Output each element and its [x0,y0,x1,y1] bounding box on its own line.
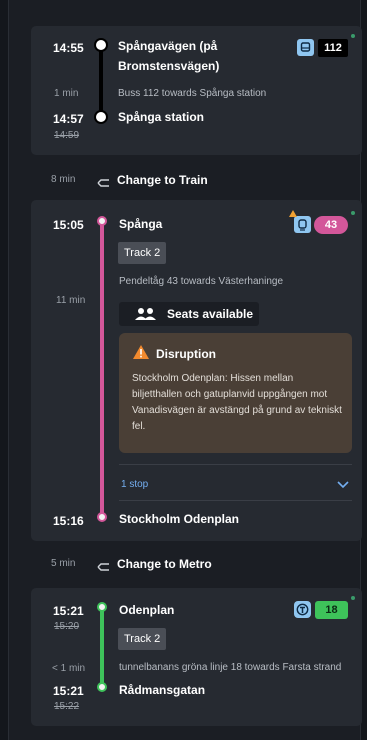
origin-stop-name-cont: Bromstensvägen) [118,59,220,73]
change-label: Change to Train [117,173,208,187]
line-badge-indicator [351,596,355,600]
stops-link[interactable]: 1 stop [121,479,148,490]
arrival-time: 15:21 [53,684,84,698]
change-to-metro-row: 5 min Change to Metro [9,554,362,574]
destination-stop-name: Spånga station [118,110,205,124]
arrival-dot [97,512,107,522]
change-icon [96,175,110,193]
leg-metro-card[interactable]: 15:21 15:20 Odenplan Track 2 < 1 min tun… [31,588,362,726]
arrival-time: 14:57 [53,112,84,126]
origin-stop-name: Spångavägen (på [118,39,218,53]
leg-duration: 11 min [56,295,86,306]
warning-icon [132,344,150,365]
leg-bus-card[interactable]: 14:55 Spångavägen (på Bromstensvägen) 1 … [31,26,362,155]
line-badge-18: 18 [315,601,348,619]
leg-description: tunnelbanans gröna linje 18 towards Fars… [119,662,342,673]
departure-time-planned: 15:20 [54,621,80,632]
destination-stop-name: Rådmansgatan [119,683,206,697]
leg-train-card[interactable]: 15:05 Spånga Track 2 Pendeltåg 43 toward… [31,200,362,541]
disruption-title: Disruption [156,347,216,361]
departure-dot [96,40,106,50]
departure-time: 15:05 [53,218,84,232]
departure-time: 15:21 [53,604,84,618]
route-line [100,222,104,518]
line-badge-112: 112 [318,39,348,57]
origin-stop-name: Odenplan [119,603,175,617]
change-label: Change to Metro [117,557,212,571]
alert-small-icon [289,210,297,217]
departure-time: 14:55 [53,41,84,55]
leg-duration: < 1 min [52,663,86,674]
stops-divider-bottom [119,500,352,501]
arrival-dot [97,682,107,692]
line-badge-43: 43 [314,216,348,234]
change-duration: 5 min [51,558,76,569]
route-line [99,44,103,118]
disruption-body: Stockholm Odenplan: Hissen mellan biljet… [132,373,342,432]
leg-description: Pendeltåg 43 towards Västerhaninge [119,276,284,287]
change-to-train-row: 8 min Change to Train [9,170,362,190]
arrival-dot [96,112,106,122]
chevron-down-icon[interactable] [337,476,349,494]
destination-stop-name: Stockholm Odenplan [119,512,240,526]
line-badge-indicator [351,211,355,215]
arrival-time-planned: 15:22 [54,701,80,712]
trip-details-screen: 14:55 Spångavägen (på Bromstensvägen) 1 … [8,0,362,740]
seats-label: Seats available [167,307,254,321]
metro-icon [294,601,311,618]
change-icon [96,559,110,577]
seats-available-indicator: Seats available [119,302,259,326]
track-chip: Track 2 [118,242,167,264]
origin-stop-name: Spånga [119,217,163,231]
leg-description: Buss 112 towards Spånga station [118,88,267,99]
departure-dot [97,216,107,226]
change-duration: 8 min [51,174,76,185]
arrival-time-planned: 14:59 [54,130,80,141]
bus-icon [297,39,314,56]
disruption-notice[interactable]: Disruption Stockholm Odenplan: Hissen me… [119,333,352,453]
line-badge-indicator [351,34,355,38]
train-icon [294,216,311,233]
leg-duration: 1 min [54,88,79,99]
route-line [100,608,104,686]
stops-divider-top [119,464,352,465]
arrival-time: 15:16 [53,514,84,528]
track-chip: Track 2 [118,628,167,650]
people-icon [133,307,159,326]
departure-dot [97,602,107,612]
